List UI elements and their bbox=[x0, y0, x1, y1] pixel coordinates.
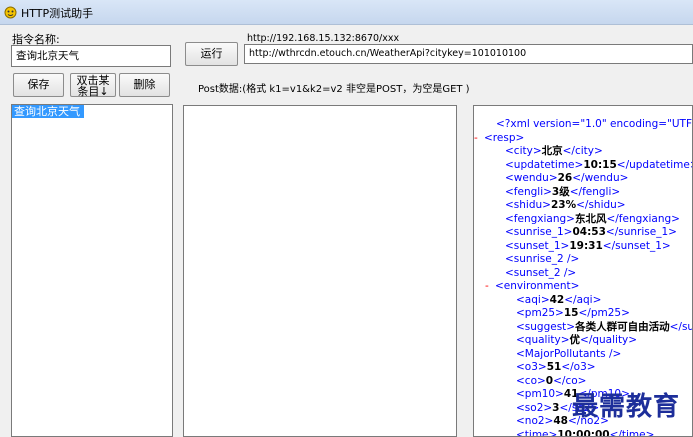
xml-open-tag: <suggest> bbox=[516, 320, 576, 333]
xml-open-tag: <quality> bbox=[516, 334, 570, 346]
xml-open-tag: <fengli> bbox=[505, 185, 552, 198]
xml-open-tag: <city> bbox=[505, 145, 542, 157]
command-list[interactable]: 查询北京天气 bbox=[11, 104, 173, 437]
xml-value: 04:53 bbox=[572, 226, 606, 238]
xml-line: <aqi>42</aqi> bbox=[474, 293, 692, 308]
xml-line: <wendu>26</wendu> bbox=[474, 172, 692, 186]
run-button[interactable]: 运行 bbox=[185, 42, 238, 66]
xml-open-tag: <fengxiang> bbox=[505, 212, 575, 225]
xml-open-tag: <?xml version="1.0" encoding="UTF-8"?> bbox=[496, 118, 692, 130]
xml-line: <suggest>各类人群可自由活动</suggest> bbox=[474, 320, 692, 335]
xml-open-tag: <o3> bbox=[516, 361, 547, 373]
xml-value: 19:31 bbox=[569, 239, 603, 252]
xml-close-tag: </suggest> bbox=[669, 320, 692, 333]
command-list-item[interactable]: 查询北京天气 bbox=[12, 105, 84, 118]
app-icon bbox=[4, 6, 17, 19]
xml-line: - <resp> bbox=[474, 131, 692, 146]
xml-open-tag: <resp> bbox=[484, 131, 525, 144]
xml-open-tag: <sunset_2 /> bbox=[505, 266, 577, 279]
xml-line: <fengli>3级</fengli> bbox=[474, 185, 692, 200]
xml-open-tag: <environment> bbox=[495, 280, 580, 292]
xml-open-tag: <sunrise_2 /> bbox=[505, 253, 580, 265]
xml-close-tag: </wendu> bbox=[572, 172, 629, 184]
xml-open-tag: <pm10> bbox=[516, 388, 564, 400]
xml-value: 北京 bbox=[541, 145, 563, 157]
xml-close-tag: </time> bbox=[609, 428, 655, 437]
xml-value: 优 bbox=[569, 334, 581, 346]
xml-close-tag: </city> bbox=[562, 145, 603, 157]
xml-line: - <environment> bbox=[474, 280, 692, 294]
xml-open-tag: <no2> bbox=[516, 415, 554, 427]
xml-value: 23% bbox=[550, 199, 577, 211]
xml-value: 51 bbox=[546, 361, 562, 373]
delete-button[interactable]: 删除 bbox=[119, 73, 170, 97]
xml-open-tag: <so2> bbox=[516, 401, 553, 414]
xml-value: 15 bbox=[563, 307, 579, 319]
doubleclick-hint-line2: 条目↓ bbox=[77, 85, 109, 98]
xml-open-tag: <MajorPollutants /> bbox=[516, 347, 622, 360]
xml-close-tag: </sunrise_1> bbox=[605, 226, 677, 238]
xml-close-tag: </co> bbox=[553, 374, 587, 387]
xml-close-tag: </pm25> bbox=[578, 307, 630, 319]
xml-line: <sunset_2 /> bbox=[474, 266, 692, 281]
xml-value: 42 bbox=[549, 293, 565, 306]
collapse-toggle[interactable]: - bbox=[485, 280, 489, 294]
xml-open-tag: <wendu> bbox=[505, 172, 558, 184]
xml-line: <pm25>15</pm25> bbox=[474, 307, 692, 321]
xml-open-tag: <updatetime> bbox=[505, 158, 584, 171]
xml-open-tag: <sunrise_1> bbox=[505, 226, 573, 238]
xml-value: 26 bbox=[557, 172, 573, 184]
xml-close-tag: </aqi> bbox=[564, 293, 602, 306]
xml-line: <shidu>23%</shidu> bbox=[474, 199, 692, 213]
xml-value: 0 bbox=[545, 374, 554, 387]
title-bar: HTTP测试助手 bbox=[0, 0, 693, 25]
url-input[interactable]: http://wthrcdn.etouch.cn/WeatherApi?city… bbox=[244, 44, 693, 64]
xml-line: <sunrise_1>04:53</sunrise_1> bbox=[474, 226, 692, 240]
xml-line: <quality>优</quality> bbox=[474, 334, 692, 348]
xml-line: <time>10:00:00</time> bbox=[474, 428, 692, 437]
doubleclick-hint-button[interactable]: 双击某 条目↓ bbox=[70, 73, 116, 97]
command-name-input[interactable]: 查询北京天气 bbox=[11, 45, 171, 67]
xml-line: <sunset_1>19:31</sunset_1> bbox=[474, 239, 692, 254]
xml-line: <updatetime>10:15</updatetime> bbox=[474, 158, 693, 173]
xml-value: 各类人群可自由活动 bbox=[575, 320, 670, 333]
xml-open-tag: <sunset_1> bbox=[505, 239, 570, 252]
xml-open-tag: <time> bbox=[516, 428, 558, 437]
xml-close-tag: </updatetime> bbox=[616, 158, 693, 171]
xml-value: 10:15 bbox=[583, 158, 617, 171]
xml-close-tag: </shidu> bbox=[576, 199, 626, 211]
xml-close-tag: </o3> bbox=[561, 361, 596, 373]
xml-line: <sunrise_2 /> bbox=[474, 253, 692, 267]
xml-line: <o3>51</o3> bbox=[474, 361, 692, 375]
xml-close-tag: </fengli> bbox=[569, 185, 621, 198]
save-button[interactable]: 保存 bbox=[13, 73, 64, 97]
xml-value: 10:00:00 bbox=[557, 428, 610, 437]
xml-line: <?xml version="1.0" encoding="UTF-8"?> bbox=[474, 118, 692, 132]
xml-open-tag: <shidu> bbox=[505, 199, 551, 211]
post-data-textarea[interactable] bbox=[183, 105, 457, 437]
xml-line: <MajorPollutants /> bbox=[474, 347, 692, 362]
xml-close-tag: </quality> bbox=[580, 334, 638, 346]
collapse-toggle[interactable]: - bbox=[474, 132, 478, 146]
xml-value: 48 bbox=[553, 415, 568, 427]
base-url-hint: http://192.168.15.132:8670/xxx bbox=[247, 33, 400, 44]
xml-line: <fengxiang>东北风</fengxiang> bbox=[474, 212, 692, 227]
window-title: HTTP测试助手 bbox=[21, 7, 94, 20]
xml-open-tag: <co> bbox=[516, 374, 546, 387]
xml-value: 3级 bbox=[551, 185, 570, 198]
xml-close-tag: </fengxiang> bbox=[606, 212, 680, 225]
watermark: 最需教育 bbox=[572, 392, 681, 422]
xml-line: <city>北京</city> bbox=[474, 145, 692, 159]
xml-value: 东北风 bbox=[574, 212, 607, 225]
xml-open-tag: <aqi> bbox=[516, 293, 550, 306]
xml-open-tag: <pm25> bbox=[516, 307, 564, 319]
xml-close-tag: </sunset_1> bbox=[602, 239, 671, 252]
post-data-hint: Post数据:(格式 k1=v1&k2=v2 非空是POST，为空是GET ) bbox=[198, 84, 470, 95]
